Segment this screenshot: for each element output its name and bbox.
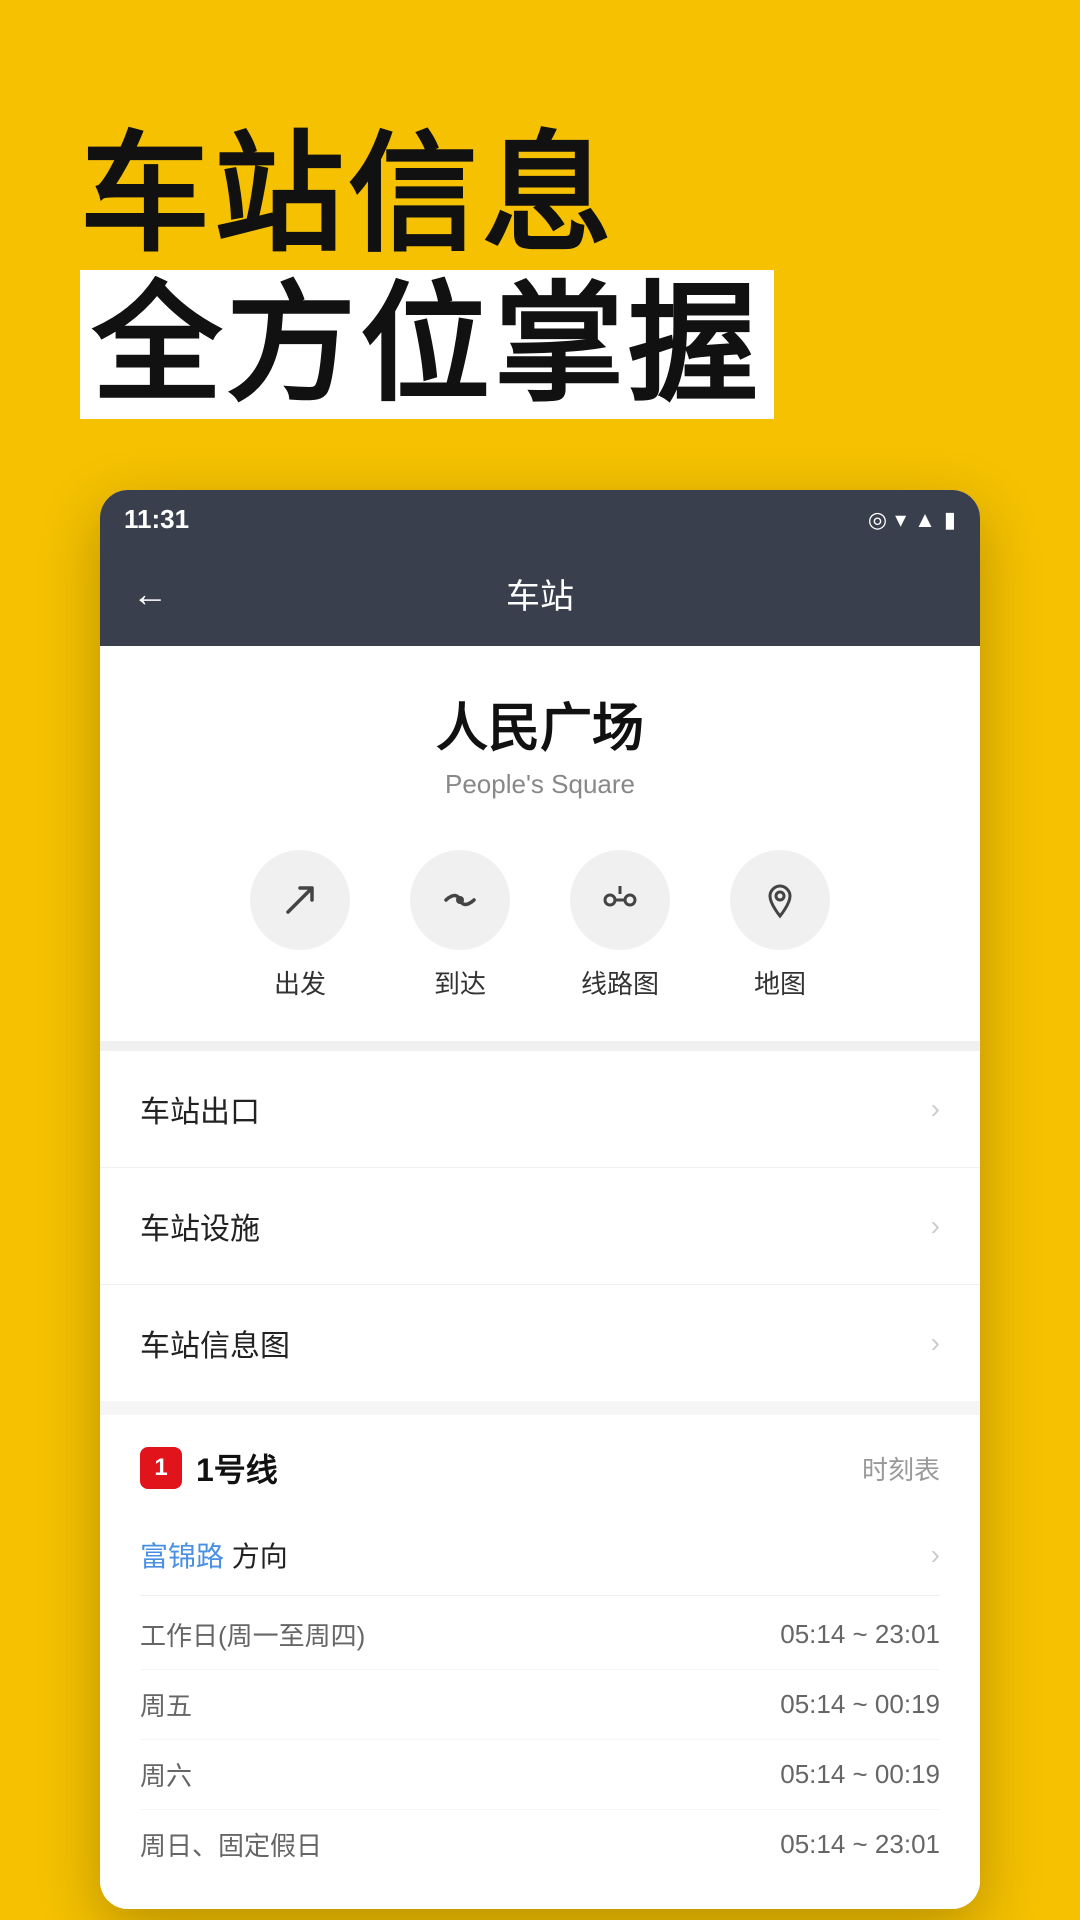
app-header: ← 车站: [100, 549, 980, 646]
action-arrive[interactable]: 到达: [410, 850, 510, 1001]
line-name: 1号线: [196, 1445, 278, 1491]
menu-item-infomap[interactable]: 车站信息图 ›: [100, 1285, 980, 1401]
status-icons: ◎ ▾ ▲ ▮: [868, 507, 956, 533]
schedule-time-1: 05:14 ~ 00:19: [780, 1689, 940, 1720]
routemap-label: 线路图: [581, 964, 659, 1001]
direction-main: 富锦路: [140, 1541, 224, 1572]
chevron-icon-2: ›: [931, 1210, 940, 1242]
schedule-time-0: 05:14 ~ 23:01: [780, 1619, 940, 1650]
wifi-icon: ▾: [895, 507, 906, 533]
map-label: 地图: [754, 964, 806, 1001]
signal-icon: ▲: [914, 507, 936, 533]
hero-line1: 车站信息: [80, 120, 1000, 270]
arrive-icon: [410, 850, 510, 950]
schedule-day-1: 周五: [140, 1686, 192, 1723]
battery-icon: ▮: [944, 507, 956, 533]
arrive-label: 到达: [434, 964, 486, 1001]
menu-item-facilities[interactable]: 车站设施 ›: [100, 1168, 980, 1285]
schedule-rows: 工作日(周一至周四) 05:14 ~ 23:01 周五 05:14 ~ 00:1…: [140, 1600, 940, 1879]
schedule-day-0: 工作日(周一至周四): [140, 1616, 365, 1653]
direction-row[interactable]: 富锦路 方向 ›: [140, 1515, 940, 1596]
direction-text: 富锦路 方向: [140, 1535, 288, 1575]
station-info: 人民广场 People's Square 出发: [100, 646, 980, 1051]
menu-item-infomap-label: 车站信息图: [140, 1321, 290, 1365]
station-name-en: People's Square: [132, 769, 948, 800]
action-routemap[interactable]: 线路图: [570, 850, 670, 1001]
map-icon: [730, 850, 830, 950]
line-header: 1 1号线 时刻表: [140, 1445, 940, 1491]
schedule-day-3: 周日、固定假日: [140, 1826, 322, 1863]
station-name-cn: 人民广场: [132, 686, 948, 761]
hero-title: 车站信息 全方位掌握: [80, 120, 1000, 419]
action-depart[interactable]: 出发: [250, 850, 350, 1001]
schedule-row-0: 工作日(周一至周四) 05:14 ~ 23:01: [140, 1600, 940, 1670]
schedule-row-3: 周日、固定假日 05:14 ~ 23:01: [140, 1810, 940, 1879]
direction-chevron: ›: [931, 1539, 940, 1571]
line-badge-row: 1 1号线: [140, 1445, 278, 1491]
menu-item-exit-label: 车站出口: [140, 1087, 260, 1131]
header-title: 车站: [506, 569, 574, 618]
schedule-day-2: 周六: [140, 1756, 192, 1793]
schedule-row-1: 周五 05:14 ~ 00:19: [140, 1670, 940, 1740]
schedule-time-2: 05:14 ~ 00:19: [780, 1759, 940, 1790]
location-icon: ◎: [868, 507, 887, 533]
hero-line2: 全方位掌握: [80, 270, 774, 420]
schedule-time-3: 05:14 ~ 23:01: [780, 1829, 940, 1860]
direction-secondary: 方向: [232, 1541, 288, 1572]
routemap-icon: [570, 850, 670, 950]
hero-section: 车站信息 全方位掌握: [0, 0, 1080, 479]
action-buttons: 出发 到达: [132, 840, 948, 1011]
depart-label: 出发: [274, 964, 326, 1001]
line-section: 1 1号线 时刻表 富锦路 方向 › 工作日(周一至周四) 05:14 ~ 23…: [100, 1415, 980, 1909]
back-button[interactable]: ←: [132, 573, 168, 615]
chevron-icon: ›: [931, 1093, 940, 1125]
action-map[interactable]: 地图: [730, 850, 830, 1001]
menu-item-facilities-label: 车站设施: [140, 1204, 260, 1248]
menu-item-exit[interactable]: 车站出口 ›: [100, 1051, 980, 1168]
schedule-row-2: 周六 05:14 ~ 00:19: [140, 1740, 940, 1810]
phone-mockup: 11:31 ◎ ▾ ▲ ▮ ← 车站 人民广场 People's Square: [100, 490, 980, 1909]
line-badge: 1: [140, 1447, 182, 1489]
depart-icon: [250, 850, 350, 950]
status-bar: 11:31 ◎ ▾ ▲ ▮: [100, 490, 980, 549]
menu-section: 车站出口 › 车站设施 › 车站信息图 ›: [100, 1051, 980, 1401]
status-time: 11:31: [124, 504, 189, 535]
schedule-link[interactable]: 时刻表: [862, 1450, 940, 1487]
chevron-icon-3: ›: [931, 1327, 940, 1359]
